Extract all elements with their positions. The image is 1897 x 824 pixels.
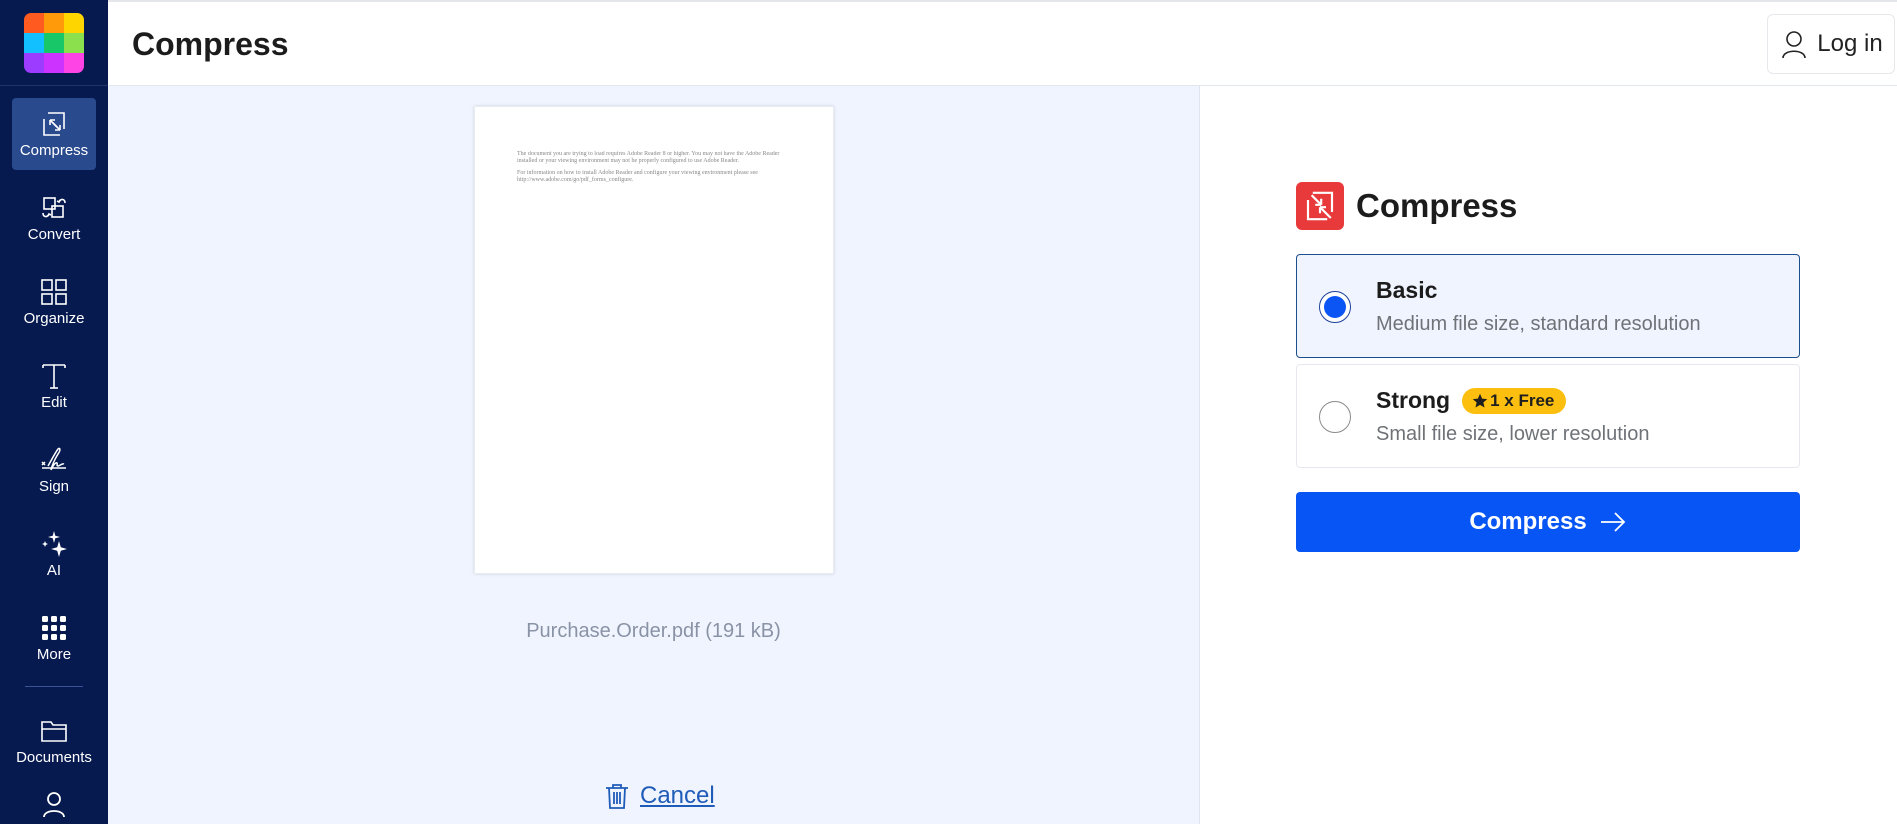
sidebar-nav: Compress Convert Organize Edit Sign AI M… (0, 86, 108, 824)
cancel-link[interactable]: Cancel (604, 782, 715, 810)
option-title: Strong 1 x Free (1376, 387, 1567, 414)
sidebar-item-organize[interactable]: Organize (12, 266, 96, 338)
tool-title: Compress (1356, 187, 1518, 224)
sidebar-item-label: Convert (27, 226, 81, 243)
document-preview-area: The document you are trying to load requ… (108, 86, 1199, 824)
logo-tile (24, 32, 44, 53)
star-icon (1472, 393, 1488, 408)
logo-tile (64, 12, 84, 33)
document-paragraph: For information on how to install Adobe … (517, 170, 758, 183)
sidebar-item-label: AI (46, 562, 62, 579)
ai-sparkle-icon (42, 531, 67, 557)
option-title-text: Strong (1376, 387, 1451, 413)
sidebar-item-account[interactable] (12, 789, 96, 824)
sidebar-item-edit[interactable]: Edit (12, 350, 96, 422)
badge-label: 1 x Free (1490, 390, 1555, 410)
user-icon (1782, 31, 1807, 59)
edit-text-icon (42, 364, 66, 389)
cancel-label: Cancel (640, 782, 715, 809)
sidebar-item-label: More (36, 646, 72, 663)
arrow-right-icon (1600, 512, 1625, 532)
option-basic[interactable]: Basic Medium file size, standard resolut… (1296, 254, 1800, 358)
document-thumbnail-text: The document you are trying to load requ… (517, 151, 797, 189)
grid-dots-icon (42, 616, 66, 640)
option-title-text: Basic (1376, 277, 1438, 303)
option-title: Basic (1376, 277, 1437, 304)
compress-icon (43, 112, 65, 136)
sidebar-item-label: Edit (41, 394, 67, 411)
sidebar-item-documents[interactable]: Documents (12, 705, 96, 777)
app-logo[interactable] (24, 12, 84, 73)
compress-button-label: Compress (1469, 508, 1587, 535)
option-description: Small file size, lower resolution (1376, 423, 1650, 445)
sidebar-item-ai[interactable]: AI (12, 518, 96, 590)
login-label: Log in (1817, 30, 1883, 57)
radio-basic[interactable] (1319, 291, 1351, 323)
document-paragraph: The document you are trying to load requ… (517, 151, 780, 164)
file-name-label: Purchase.Order.pdf (191 kB) (526, 620, 781, 642)
sidebar: Compress Convert Organize Edit Sign AI M… (0, 0, 108, 824)
compress-tool-icon (1296, 182, 1344, 230)
option-strong[interactable]: Strong 1 x Free Small file size, lower r… (1296, 364, 1800, 468)
sidebar-divider (25, 686, 83, 687)
free-badge: 1 x Free (1462, 387, 1567, 414)
sidebar-item-label: Sign (38, 478, 70, 495)
page-title: Compress (132, 26, 289, 62)
sidebar-item-more[interactable]: More (12, 602, 96, 674)
logo-tile (44, 52, 64, 73)
user-icon (43, 792, 65, 818)
radio-strong[interactable] (1319, 401, 1351, 433)
logo-tile (44, 32, 64, 53)
sidebar-item-label: Organize (23, 310, 85, 327)
tool-heading: Compress (1296, 182, 1517, 230)
top-header: Compress Log in (108, 0, 1897, 86)
sidebar-item-label: Compress (19, 142, 89, 159)
convert-icon (42, 197, 66, 218)
login-button[interactable]: Log in (1767, 14, 1895, 74)
compress-icon (1306, 191, 1334, 221)
logo-tile (64, 52, 84, 73)
option-description: Medium file size, standard resolution (1376, 313, 1701, 335)
sidebar-item-label: Documents (16, 749, 92, 766)
logo-tile (24, 12, 44, 33)
compress-button[interactable]: Compress (1296, 492, 1800, 552)
organize-icon (41, 279, 67, 305)
sidebar-item-compress[interactable]: Compress (12, 98, 96, 170)
logo-container (0, 0, 108, 86)
compress-options-panel: Compress Basic Medium file size, standar… (1199, 86, 1897, 824)
trash-icon (606, 784, 628, 809)
document-thumbnail[interactable]: The document you are trying to load requ… (474, 106, 834, 574)
sidebar-item-convert[interactable]: Convert (12, 182, 96, 254)
sign-icon (41, 447, 66, 471)
logo-tile (64, 32, 84, 53)
logo-tile (44, 12, 64, 33)
logo-tile (24, 52, 44, 73)
folder-icon (41, 721, 67, 742)
sidebar-item-sign[interactable]: Sign (12, 434, 96, 506)
